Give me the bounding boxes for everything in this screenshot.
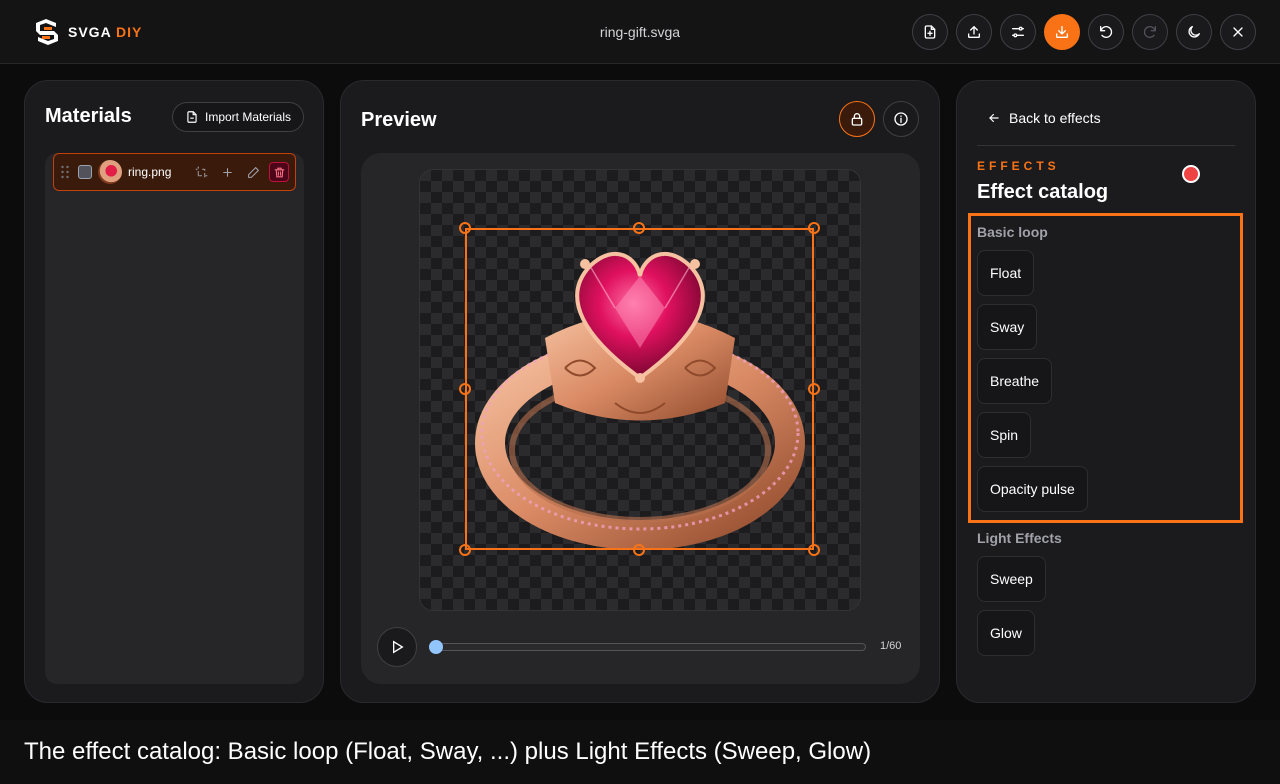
materials-title: Materials <box>45 105 132 127</box>
material-checkbox[interactable] <box>78 165 92 179</box>
lock-button[interactable] <box>839 101 875 137</box>
resize-handle-top-left[interactable] <box>459 222 471 234</box>
upload-icon <box>968 26 980 38</box>
top-bar: SVGA DIY ring-gift.svga <box>0 0 1280 64</box>
close-button[interactable] <box>1220 14 1256 50</box>
new-file-button[interactable] <box>912 14 948 50</box>
play-icon <box>393 640 404 654</box>
theme-toggle-button[interactable] <box>1176 14 1212 50</box>
info-button[interactable] <box>883 101 919 137</box>
pencil-icon <box>247 166 259 178</box>
back-to-effects-link[interactable]: Back to effects <box>987 110 1101 126</box>
selection-box[interactable] <box>465 228 814 550</box>
effect-glow-button[interactable]: Glow <box>977 610 1035 656</box>
app-window: SVGA DIY ring-gift.svga Materials Import… <box>0 0 1280 720</box>
moon-icon <box>1188 26 1200 38</box>
add-button[interactable] <box>217 162 237 182</box>
preview-panel: Preview 1/60 <box>340 80 940 703</box>
info-icon <box>894 112 908 126</box>
import-materials-button[interactable]: Import Materials <box>172 102 305 132</box>
undo-icon <box>1100 26 1113 38</box>
group-label-light-effects: Light Effects <box>977 530 1062 546</box>
resize-handle-right[interactable] <box>808 383 820 395</box>
crop-icon <box>195 166 207 178</box>
timeline-slider[interactable] <box>437 643 866 651</box>
materials-list: ring.png <box>45 153 304 684</box>
lock-icon <box>851 113 863 126</box>
file-import-icon <box>187 111 197 123</box>
list-item[interactable]: ring.png <box>53 153 296 191</box>
effects-panel: Back to effects EFFECTS Effect catalog B… <box>956 80 1256 703</box>
preview-title: Preview <box>361 109 437 131</box>
effect-sweep-button[interactable]: Sweep <box>977 556 1046 602</box>
effect-breathe-button[interactable]: Breathe <box>977 358 1053 404</box>
resize-handle-bottom-left[interactable] <box>459 544 471 556</box>
effect-spin-button[interactable]: Spin <box>977 412 1032 458</box>
caption-bar: The effect catalog: Basic loop (Float, S… <box>0 720 1280 784</box>
file-plus-icon <box>924 25 936 39</box>
effect-catalog-title: Effect catalog <box>977 181 1109 203</box>
download-icon <box>1056 26 1068 38</box>
resize-handle-bottom[interactable] <box>633 544 645 556</box>
rename-button[interactable] <box>243 162 263 182</box>
crop-button[interactable] <box>191 162 211 182</box>
click-indicator <box>1182 165 1200 183</box>
group-label-basic-loop: Basic loop <box>977 224 1048 240</box>
frame-counter: 1/60 <box>880 640 902 652</box>
preview-stage: 1/60 <box>361 153 920 684</box>
effect-opacity-pulse-button[interactable]: Opacity pulse <box>977 466 1088 512</box>
arrow-left-icon <box>989 113 999 123</box>
timeline-knob[interactable] <box>429 640 443 654</box>
resize-handle-top-right[interactable] <box>808 222 820 234</box>
caption-text: The effect catalog: Basic loop (Float, S… <box>24 738 872 765</box>
effect-float-button[interactable]: Float <box>977 250 1035 296</box>
toolbar <box>912 14 1256 50</box>
undo-button[interactable] <box>1088 14 1124 50</box>
play-button[interactable] <box>377 627 417 667</box>
effects-eyebrow: EFFECTS <box>977 159 1060 173</box>
trash-icon <box>274 167 284 177</box>
delete-button[interactable] <box>269 162 289 182</box>
upload-button[interactable] <box>956 14 992 50</box>
resize-handle-bottom-right[interactable] <box>808 544 820 556</box>
plus-icon <box>222 167 232 177</box>
download-button[interactable] <box>1044 14 1080 50</box>
resize-handle-top[interactable] <box>633 222 645 234</box>
redo-icon <box>1143 26 1156 38</box>
material-actions <box>191 162 289 182</box>
settings-button[interactable] <box>1000 14 1036 50</box>
preview-canvas[interactable] <box>419 169 861 611</box>
divider <box>977 145 1235 146</box>
resize-handle-left[interactable] <box>459 383 471 395</box>
sliders-icon <box>1012 26 1024 38</box>
close-icon <box>1233 27 1243 37</box>
redo-button[interactable] <box>1132 14 1168 50</box>
material-name: ring.png <box>128 165 172 179</box>
drag-handle-icon[interactable] <box>60 165 70 179</box>
import-materials-label: Import Materials <box>205 110 292 124</box>
effect-sway-button[interactable]: Sway <box>977 304 1038 350</box>
material-thumbnail <box>98 160 122 184</box>
materials-panel: Materials Import Materials ring.png <box>24 80 324 703</box>
back-to-effects-label: Back to effects <box>1009 110 1101 126</box>
